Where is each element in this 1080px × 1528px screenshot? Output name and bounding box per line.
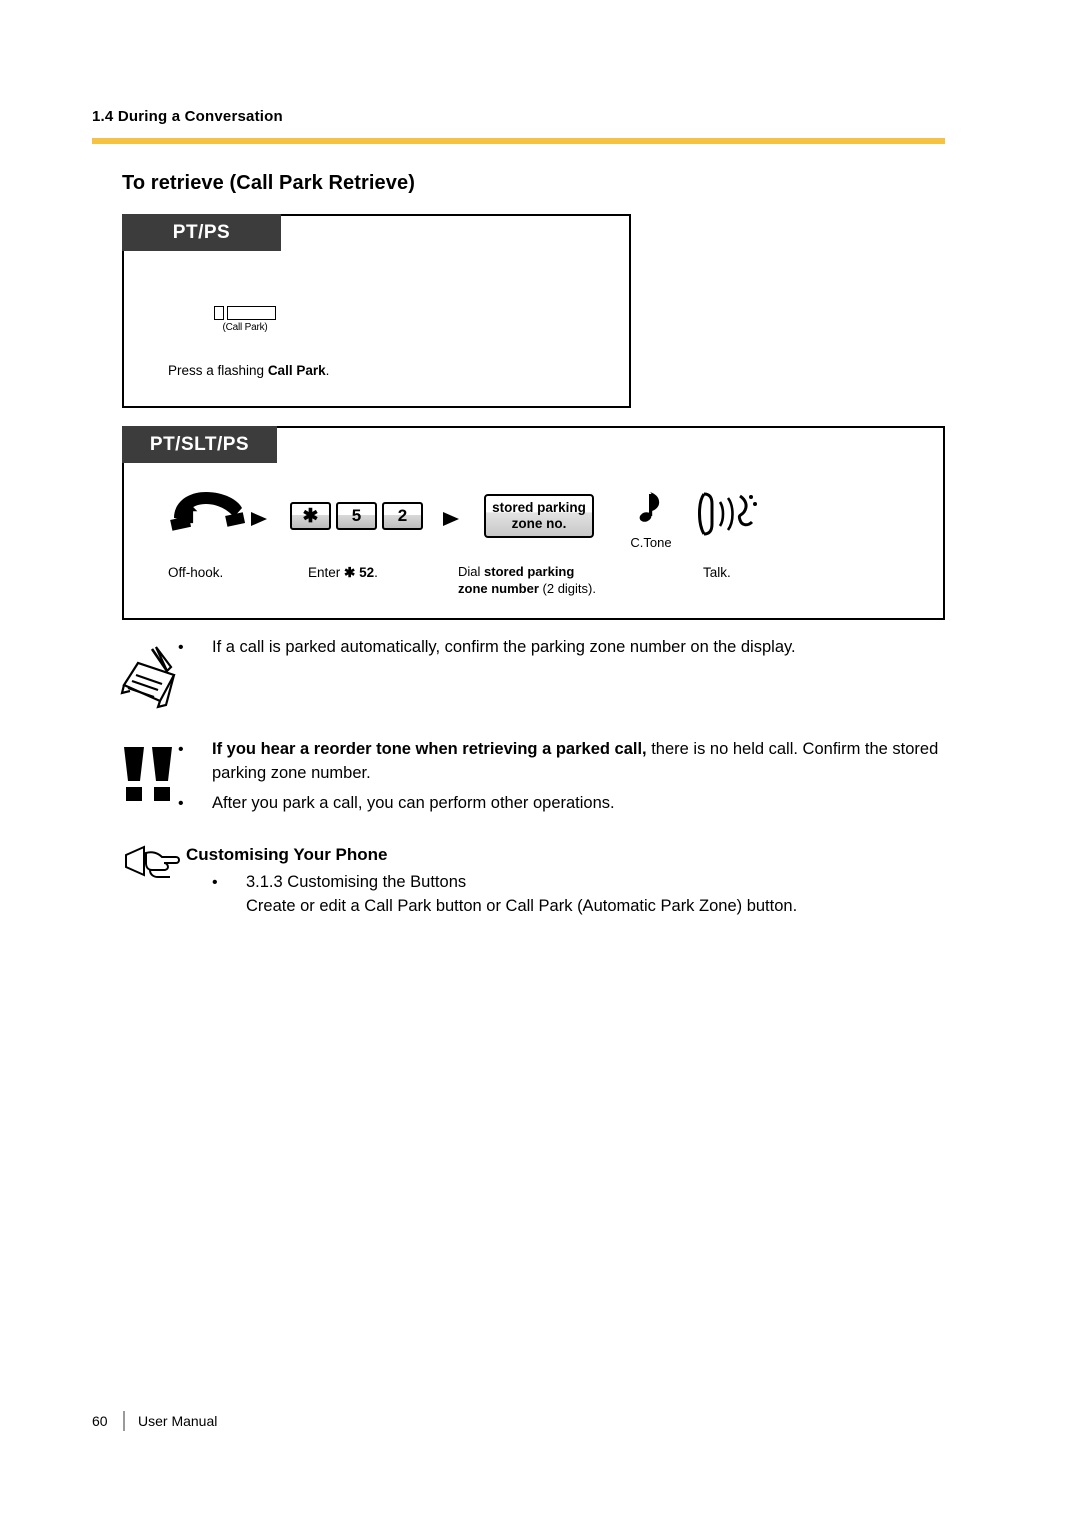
- call-park-button-icon: (Call Park): [214, 306, 276, 333]
- caption-dial: Dial stored parking zone number (2 digit…: [458, 564, 596, 598]
- note-row-1: • If a call is parked automatically, con…: [178, 636, 948, 660]
- press-suffix: .: [325, 363, 330, 378]
- pointing-hand-icon: [124, 845, 182, 886]
- caption-enter-suffix: .: [374, 565, 378, 580]
- note-bullet-list: • If a call is parked automatically, con…: [178, 636, 948, 660]
- caption-talk: Talk.: [703, 565, 731, 580]
- press-call-park-instruction: Press a flashing Call Park.: [168, 363, 329, 378]
- caution-double-exclamation-icon: [120, 745, 186, 808]
- offhook-handset-icon: [168, 488, 246, 543]
- press-bold: Call Park: [267, 363, 326, 378]
- stored-parking-zone-display: stored parking zone no.: [484, 494, 594, 538]
- bullet-dot: •: [212, 874, 218, 891]
- bullet-dot: •: [178, 639, 184, 656]
- caption-enter-prefix: Enter: [308, 565, 345, 580]
- warning-text-2: After you park a call, you can perform o…: [212, 793, 615, 812]
- note-text-1: If a call is parked automatically, confi…: [212, 638, 796, 656]
- customising-title: Customising Your Phone: [186, 845, 388, 864]
- flow-arrow-1-icon: [249, 510, 271, 528]
- display-line-1: stored parking: [492, 500, 586, 516]
- box-tab-ptsltps: PT/SLT/PS: [122, 426, 277, 463]
- caption-offhook: Off-hook.: [168, 565, 224, 580]
- caption-dial-suffix: (2 digits).: [538, 580, 596, 596]
- flow-arrow-2-icon: [441, 510, 463, 528]
- warning-text-1-bold: If you hear a reorder tone when retrievi…: [212, 740, 647, 758]
- key-5: 5: [336, 502, 377, 530]
- warning-row-1: • If you hear a reorder tone when retrie…: [178, 738, 948, 786]
- key-2: 2: [382, 502, 423, 530]
- display-line-2: zone no.: [511, 516, 567, 531]
- procedure-flow: ✱ 5 2 stored parking zone no. C.Tone Off…: [0, 466, 1080, 616]
- talk-handset-icon: [694, 488, 758, 545]
- customising-body: • 3.1.3 Customising the Buttons Create o…: [212, 871, 797, 919]
- page-title: To retrieve (Call Park Retrieve): [122, 172, 415, 194]
- caption-dial-bold-2: zone number: [458, 580, 539, 596]
- caption-dial-bold-1: stored parking: [484, 564, 575, 579]
- caption-dial-prefix: Dial: [458, 564, 485, 579]
- bullet-dot: •: [178, 741, 184, 758]
- page-header-section: 1.4 During a Conversation: [92, 108, 283, 125]
- warning-bullet-list: • If you hear a reorder tone when retrie…: [178, 738, 948, 816]
- customising-row-1: • 3.1.3 Customising the Buttons: [212, 871, 797, 895]
- warning-row-2: • After you park a call, you can perform…: [178, 792, 948, 816]
- caption-enter: Enter ✱ 52.: [308, 564, 378, 582]
- customising-detail: Create or edit a Call Park button or Cal…: [246, 896, 798, 915]
- call-park-button-label: (Call Park): [222, 322, 268, 333]
- warning-text-1: If you hear a reorder tone when retrievi…: [212, 738, 948, 786]
- header-rule: [92, 138, 945, 144]
- dial-keys-group: ✱ 5 2: [290, 502, 423, 530]
- call-park-keycap: [227, 306, 276, 320]
- music-note-icon: [639, 492, 660, 522]
- key-star: ✱: [290, 502, 331, 530]
- call-park-key-shape: [214, 306, 276, 320]
- press-prefix: Press a flashing: [168, 363, 268, 378]
- procedure-box-ptps: PT/PS: [122, 214, 631, 408]
- customising-list: • 3.1.3 Customising the Buttons Create o…: [212, 871, 797, 919]
- customising-row-2: Create or edit a Call Park button or Cal…: [212, 895, 797, 919]
- caption-enter-code: ✱ 52: [344, 565, 375, 580]
- customising-item: 3.1.3 Customising the Buttons: [246, 873, 467, 891]
- call-park-led: [214, 306, 224, 320]
- ctone-label: C.Tone: [630, 535, 672, 550]
- bullet-dot: •: [178, 794, 184, 812]
- footer-page-number: 60: [92, 1413, 108, 1429]
- box-tab-ptps: PT/PS: [122, 214, 281, 251]
- footer-label: User Manual: [138, 1413, 218, 1429]
- footer-separator: [123, 1411, 125, 1431]
- confirmation-tone-group: C.Tone: [616, 488, 686, 550]
